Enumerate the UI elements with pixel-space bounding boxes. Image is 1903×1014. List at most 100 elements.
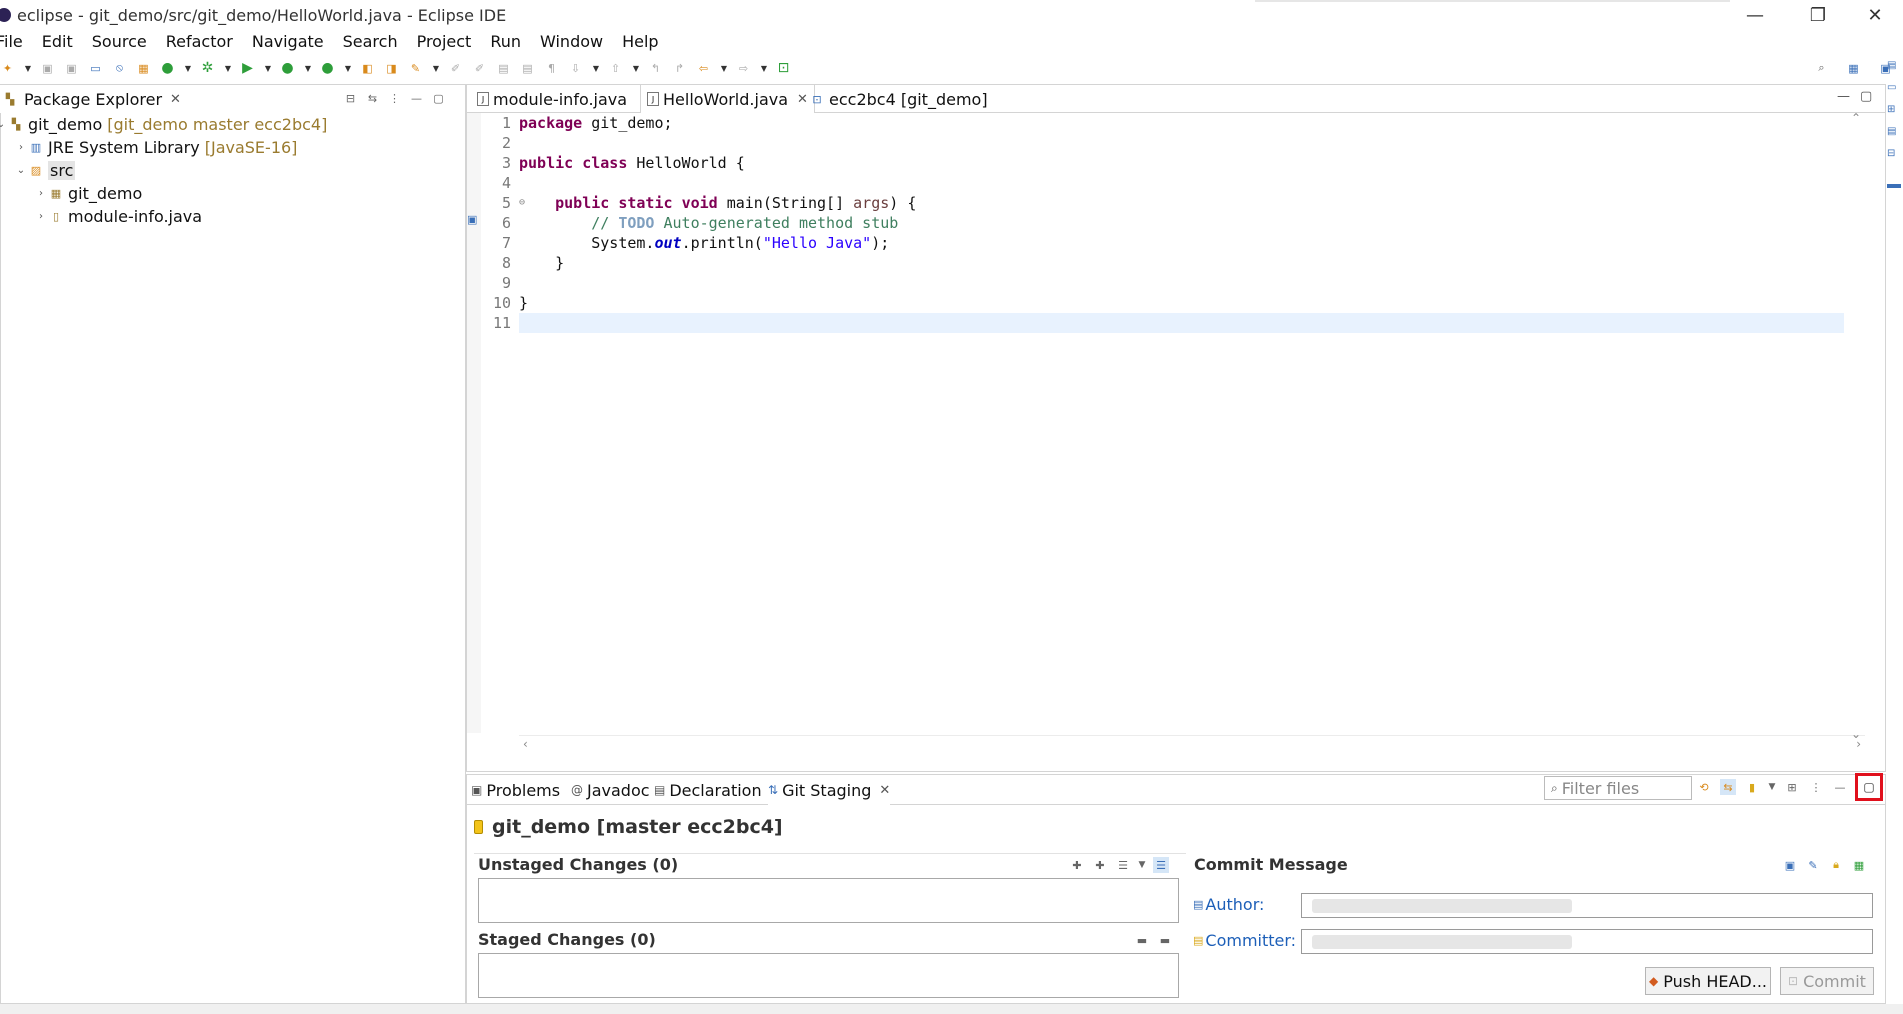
link-selection-icon[interactable]: ⇆ [1720,779,1736,795]
coverage-icon[interactable]: ● [280,60,295,76]
chevron-right-icon[interactable]: › [14,142,28,153]
new-icon[interactable]: ✦ [0,61,15,75]
presentation-icon[interactable]: ☰ [1115,857,1131,873]
back-dropdown-icon[interactable]: ▼ [720,61,728,75]
horizontal-scrollbar[interactable]: ‹ › [519,735,1865,753]
signed-off-icon[interactable]: ✎ [1805,857,1821,873]
terminal-icon[interactable]: ▭ [88,61,103,75]
save-icon[interactable]: ▣ [40,61,55,75]
open-perspective-icon[interactable]: ▦ [1846,61,1861,75]
block-selection-icon[interactable]: ▤ [496,61,511,75]
skip-breakpoints-icon[interactable]: ⦸ [112,61,127,75]
menu-file[interactable]: File [0,32,23,51]
close-button[interactable]: ✕ [1860,4,1890,26]
maximize-editor-icon[interactable]: ▢ [1860,89,1872,104]
scroll-up-icon[interactable]: ⌃ [1851,111,1861,125]
tree-item-module-info[interactable]: › ▯ module-info.java [0,205,462,228]
amend-icon[interactable]: ▣ [1782,857,1798,873]
minimized-view-icon[interactable]: ▤ [1887,126,1901,140]
tab-declaration[interactable]: ▤ Declaration [654,775,762,805]
maximize-view-icon[interactable]: ▢ [431,91,446,106]
sign-commit-icon[interactable]: 🔒︎ [1828,857,1844,873]
presentation-dropdown-icon[interactable]: ▼ [1138,857,1146,873]
coverage-dropdown-icon[interactable]: ▼ [304,61,312,75]
new-class-dropdown-icon[interactable]: ▼ [184,61,192,75]
back-icon[interactable]: ⇦ [696,61,711,75]
code-lines[interactable]: package git_demo; public class HelloWorl… [519,113,1866,333]
tree-item-src[interactable]: ⌄ ▨ src [0,159,462,182]
menu-navigate[interactable]: Navigate [252,32,324,51]
restore-button[interactable]: ❐ [1803,4,1833,26]
scroll-left-icon[interactable]: ‹ [523,737,528,751]
menu-project[interactable]: Project [417,32,472,51]
vertical-scrollbar[interactable]: ⌃ ⌄ [1846,111,1866,753]
next-annotation-icon[interactable]: ⇩ [568,61,583,75]
forward-edit-icon[interactable]: ↱ [672,61,687,75]
repository-dropdown-icon[interactable]: ▼ [1768,779,1776,795]
menu-search[interactable]: Search [343,32,398,51]
repository-icon[interactable]: ▮ [1744,779,1760,795]
menu-run[interactable]: Run [490,32,521,51]
code-editor[interactable]: ▣ 1 2 3 4 5 ⊖ 6 7 8 9 10 11 package git_d… [467,111,1866,753]
search-icon[interactable]: ⌕ [1814,61,1829,75]
link-with-editor-icon[interactable]: ⇆ [365,91,380,106]
run-icon[interactable]: ▶ [240,60,255,76]
gerrit-change-id-icon[interactable]: ▦ [1851,857,1867,873]
minimize-view-icon[interactable]: — [409,91,424,106]
structure-icon[interactable]: ⊟ [1887,148,1901,162]
menu-help[interactable]: Help [622,32,658,51]
paragraph-icon[interactable]: ¶ [544,61,559,75]
menu-refactor[interactable]: Refactor [166,32,233,51]
debug-dropdown-icon[interactable]: ▼ [224,61,232,75]
editor-tab-helloworld[interactable]: J HelloWorld.java ✕ [640,85,815,113]
maximize-view-button[interactable]: ▢ [1855,773,1883,801]
minimize-editor-icon[interactable]: — [1837,89,1850,104]
collapse-all-icon[interactable]: ⊟ [343,91,358,106]
prev-annotation-icon[interactable]: ⇧ [608,61,623,75]
view-menu-icon[interactable]: ⋮ [387,91,402,106]
tab-git-staging[interactable]: ⇅ Git Staging ✕ [768,775,891,805]
search-tool-dropdown-icon[interactable]: ▼ [432,61,440,75]
chevron-right-icon[interactable]: › [34,188,48,199]
menu-edit[interactable]: Edit [42,32,73,51]
whitespace-icon[interactable]: ▤ [520,61,535,75]
presentation-icon[interactable]: ⊞ [1784,779,1800,795]
outline-icon[interactable]: ▤ [1887,60,1901,74]
task-list-icon[interactable]: ▭ [1887,82,1901,96]
stage-selected-icon[interactable]: ✚ [1069,857,1085,873]
external-tools-dropdown-icon[interactable]: ▼ [344,61,352,75]
toggle-mark-occurrences-icon[interactable]: ✐ [448,61,463,75]
unstage-selected-icon[interactable]: ▬ [1134,932,1150,948]
task-marker-icon[interactable]: ▣ [467,213,477,226]
last-edit-icon[interactable]: ↰ [648,61,663,75]
tab-javadoc[interactable]: @ Javadoc [571,775,650,805]
run-dropdown-icon[interactable]: ▼ [264,61,272,75]
push-head-button[interactable]: ◆ Push HEAD... [1645,967,1771,995]
staged-files-list[interactable] [478,953,1179,998]
minimize-button[interactable]: — [1740,4,1770,26]
sort-icon[interactable]: ☰ [1153,857,1169,873]
close-icon[interactable]: ✕ [879,783,890,798]
commit-button[interactable]: ⊡ Commit [1780,967,1874,995]
package-explorer-tab[interactable]: ▚ Package Explorer ✕ [0,85,189,113]
author-input[interactable] [1301,893,1873,918]
filter-files-input[interactable]: ⌕ Filter files [1544,776,1692,800]
tree-item-jre-library[interactable]: › ▥ JRE System Library [JavaSE-16] [0,136,462,159]
open-task-icon[interactable]: ◨ [384,61,399,75]
minimize-view-icon[interactable]: — [1832,779,1848,795]
close-icon[interactable]: ✕ [170,92,181,107]
open-type-icon[interactable]: ◧ [360,61,375,75]
new-dropdown-icon[interactable]: ▼ [24,61,32,75]
save-all-icon[interactable]: ▣ [64,61,79,75]
external-tools-icon[interactable]: ● [320,60,335,76]
hierarchy-icon[interactable]: ⊞ [1887,104,1901,118]
menu-window[interactable]: Window [540,32,603,51]
tree-item-project[interactable]: ⌄ ▚ git_demo [git_demo master ecc2bc4] [0,113,462,136]
search-tool-icon[interactable]: ✎ [408,61,423,75]
view-menu-icon[interactable]: ⋮ [1808,779,1824,795]
scroll-down-icon[interactable]: ⌄ [1851,727,1861,741]
forward-icon[interactable]: ⇨ [736,61,751,75]
tree-item-package[interactable]: › ▦ git_demo [0,182,462,205]
chevron-down-icon[interactable]: ⌄ [0,119,8,130]
stage-all-icon[interactable]: ✚ [1092,857,1108,873]
